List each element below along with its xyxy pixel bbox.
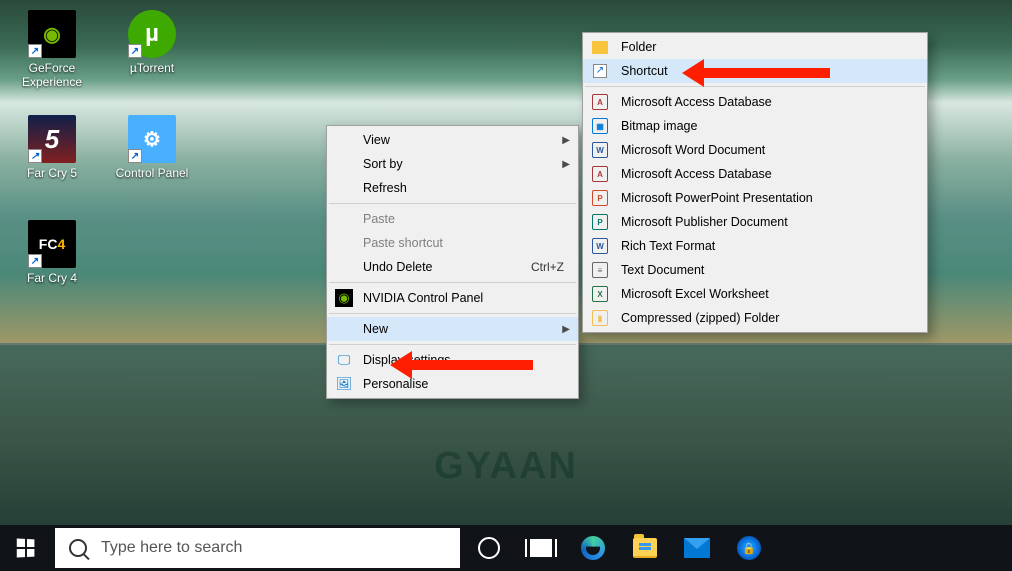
shortcut-overlay-icon: ↗: [28, 44, 42, 58]
desktop-icon-label: Far Cry 4: [12, 271, 92, 285]
menu-item-display-settings[interactable]: 🖵Display settings: [327, 348, 578, 372]
doc-icon: ≡: [591, 261, 609, 279]
doc-icon: W: [591, 141, 609, 159]
menu-item-view[interactable]: View▶: [327, 128, 578, 152]
submenu-item-folder[interactable]: Folder: [583, 35, 927, 59]
submenu-item-label: Microsoft Excel Worksheet: [621, 287, 769, 301]
submenu-item-label: Microsoft Word Document: [621, 143, 765, 157]
folder-icon: [633, 538, 657, 558]
menu-item-undo-delete[interactable]: Undo DeleteCtrl+Z: [327, 255, 578, 279]
cortana-icon: [478, 537, 500, 559]
menu-item-nvidia[interactable]: ◉NVIDIA Control Panel: [327, 286, 578, 310]
submenu-item-label: Shortcut: [621, 64, 668, 78]
submenu-item-label: Rich Text Format: [621, 239, 715, 253]
new-submenu: Folder ↗ Shortcut A Microsoft Access Databas…: [582, 32, 928, 333]
submenu-item-bitmap-image[interactable]: ▦ Bitmap image: [583, 114, 927, 138]
folder-icon: [591, 38, 609, 56]
menu-item-sort-by[interactable]: Sort by▶: [327, 152, 578, 176]
doc-icon: ▮: [591, 309, 609, 327]
menu-separator: [329, 282, 576, 283]
security-button[interactable]: [723, 525, 775, 571]
menu-item-paste: Paste: [327, 207, 578, 231]
submenu-item-microsoft-excel-worksheet[interactable]: X Microsoft Excel Worksheet: [583, 282, 927, 306]
watermark: GYAAN: [434, 445, 578, 488]
menu-item-personalise[interactable]: 🖼Personalise: [327, 372, 578, 396]
menu-separator: [329, 313, 576, 314]
edge-icon: [581, 536, 605, 560]
doc-icon: W: [591, 237, 609, 255]
doc-icon: A: [591, 165, 609, 183]
shortcut-overlay-icon: ↗: [128, 149, 142, 163]
menu-item-paste-shortcut: Paste shortcut: [327, 231, 578, 255]
task-view-button[interactable]: [515, 525, 567, 571]
submenu-item-label: Microsoft Access Database: [621, 167, 772, 181]
task-view-icon: [525, 539, 557, 557]
desktop-icon-label: Far Cry 5: [12, 166, 92, 180]
submenu-item-rich-text-format[interactable]: W Rich Text Format: [583, 234, 927, 258]
desktop-icon-farcry5[interactable]: 5↗ Far Cry 5: [12, 115, 92, 199]
submenu-item-label: Text Document: [621, 263, 704, 277]
chevron-right-icon: ▶: [562, 324, 570, 335]
submenu-item-label: Microsoft Access Database: [621, 95, 772, 109]
menu-item-new[interactable]: New▶: [327, 317, 578, 341]
menu-item-refresh[interactable]: Refresh: [327, 176, 578, 200]
submenu-item-text-document[interactable]: ≡ Text Document: [583, 258, 927, 282]
shortcut-overlay-icon: ↗: [28, 254, 42, 268]
shortcut-icon: ↗: [591, 62, 609, 80]
submenu-item-microsoft-powerpoint-presentation[interactable]: P Microsoft PowerPoint Presentation: [583, 186, 927, 210]
menu-separator: [329, 203, 576, 204]
desktop-icon-farcry4[interactable]: FC4↗ Far Cry 4: [12, 220, 92, 304]
search-icon: [69, 539, 87, 557]
submenu-item-microsoft-access-database[interactable]: A Microsoft Access Database: [583, 90, 927, 114]
nvidia-icon: ◉: [335, 289, 353, 307]
desktop-context-menu: View▶ Sort by▶ Refresh Paste Paste short…: [326, 125, 579, 399]
desktop-icon-label: µTorrent: [112, 61, 192, 75]
doc-icon: P: [591, 213, 609, 231]
submenu-item-shortcut[interactable]: ↗ Shortcut: [583, 59, 927, 83]
cortana-button[interactable]: [463, 525, 515, 571]
submenu-item-label: Bitmap image: [621, 119, 697, 133]
desktop-icon-utorrent[interactable]: µ↗ µTorrent: [112, 10, 192, 94]
windows-logo-icon: [17, 539, 35, 558]
submenu-item-microsoft-access-database[interactable]: A Microsoft Access Database: [583, 162, 927, 186]
edge-button[interactable]: [567, 525, 619, 571]
doc-icon: ▦: [591, 117, 609, 135]
submenu-item-label: Microsoft PowerPoint Presentation: [621, 191, 813, 205]
taskbar-search[interactable]: Type here to search: [55, 528, 460, 568]
chevron-right-icon: ▶: [562, 135, 570, 146]
display-icon: 🖵: [335, 351, 353, 369]
search-placeholder: Type here to search: [101, 539, 242, 557]
desktop-icon-label: GeForce Experience: [12, 61, 92, 90]
menu-separator: [585, 86, 925, 87]
shortcut-overlay-icon: ↗: [128, 44, 142, 58]
submenu-item-microsoft-publisher-document[interactable]: P Microsoft Publisher Document: [583, 210, 927, 234]
desktop-icon-label: Control Panel: [112, 166, 192, 180]
menu-hotkey: Ctrl+Z: [531, 260, 564, 274]
doc-icon: A: [591, 93, 609, 111]
chevron-right-icon: ▶: [562, 159, 570, 170]
menu-separator: [329, 344, 576, 345]
shortcut-overlay-icon: ↗: [28, 149, 42, 163]
desktop-icon-geforce[interactable]: ◉↗ GeForce Experience: [12, 10, 92, 94]
submenu-item-label: Compressed (zipped) Folder: [621, 311, 779, 325]
start-button[interactable]: [0, 525, 52, 571]
doc-icon: P: [591, 189, 609, 207]
doc-icon: X: [591, 285, 609, 303]
submenu-item-label: Folder: [621, 40, 656, 54]
mail-button[interactable]: [671, 525, 723, 571]
mail-icon: [684, 538, 710, 558]
desktop-icon-control-panel[interactable]: ⚙↗ Control Panel: [112, 115, 192, 199]
lock-icon: [737, 536, 761, 560]
submenu-item-label: Microsoft Publisher Document: [621, 215, 788, 229]
taskbar: Type here to search: [0, 525, 1012, 571]
personalise-icon: 🖼: [335, 375, 353, 393]
submenu-item-compressed-zipped-folder[interactable]: ▮ Compressed (zipped) Folder: [583, 306, 927, 330]
submenu-item-microsoft-word-document[interactable]: W Microsoft Word Document: [583, 138, 927, 162]
file-explorer-button[interactable]: [619, 525, 671, 571]
